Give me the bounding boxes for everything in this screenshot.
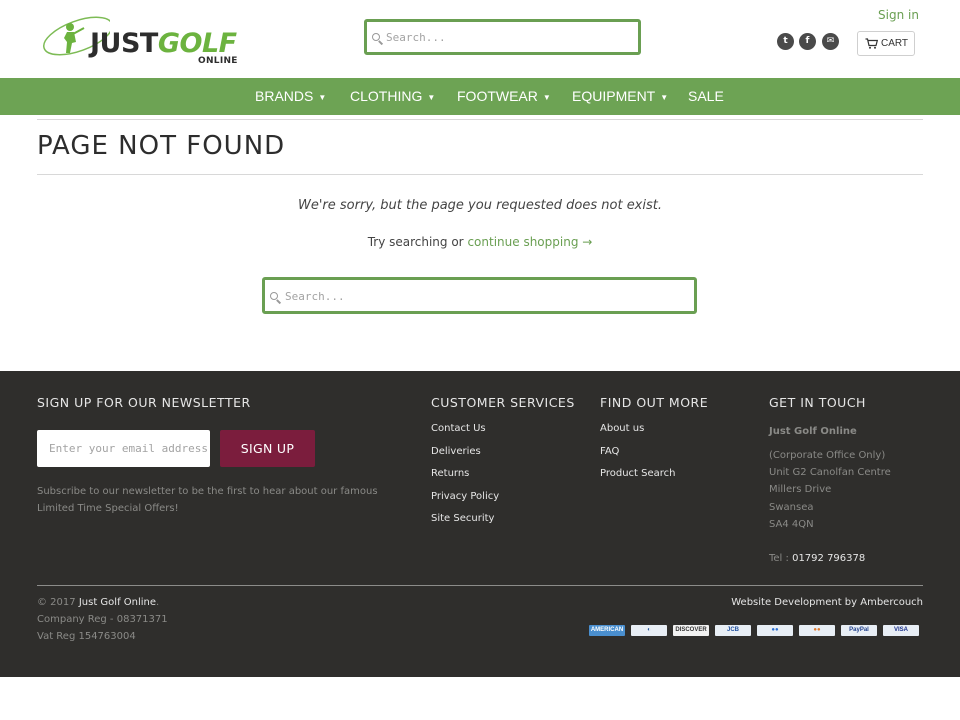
copyright: © 2017 Just Golf Online.	[37, 597, 159, 608]
company-reg: Company Reg - 08371371	[37, 614, 168, 625]
paypal-icon: PayPal	[841, 625, 877, 636]
footer-link-faq[interactable]: FAQ	[600, 446, 619, 457]
find-out-more-heading: FIND OUT MORE	[600, 395, 709, 410]
company-name: Just Golf Online	[769, 426, 857, 437]
jcb-icon: JCB	[715, 625, 751, 636]
nav-label: FOOTWEAR	[457, 88, 538, 104]
continue-shopping-link[interactable]: continue shopping →	[467, 235, 592, 249]
title-bottom-divider	[37, 174, 923, 175]
visa-icon: VISA	[883, 625, 919, 636]
title-top-divider	[37, 119, 923, 120]
search-icon	[372, 33, 384, 45]
vat-reg: Vat Reg 154763004	[37, 631, 136, 642]
page-title: PAGE NOT FOUND	[37, 131, 286, 161]
logo-just: JUST	[90, 28, 158, 59]
cart-button[interactable]: CART	[857, 31, 915, 56]
facebook-icon[interactable]: f	[799, 33, 816, 50]
american-express-icon: AMERICAN	[589, 625, 625, 636]
nav-item-clothing[interactable]: CLOTHING ▼	[350, 88, 435, 104]
sign-in-link[interactable]: Sign in	[878, 8, 919, 22]
cart-label: CART	[881, 38, 909, 49]
twitter-icon[interactable]: t	[777, 33, 794, 50]
credit-text[interactable]: Website Development by Ambercouch	[731, 597, 923, 608]
telephone: Tel : 01792 796378	[769, 553, 865, 564]
address-line: Swansea	[769, 502, 814, 513]
address-line: (Corporate Office Only)	[769, 450, 886, 461]
tel-number[interactable]: 01792 796378	[792, 553, 865, 564]
cart-icon	[865, 38, 878, 49]
dropdown-arrow-icon: ▼	[427, 93, 436, 102]
email-icon[interactable]: ✉	[822, 33, 839, 50]
try-searching-text: Try searching or	[367, 235, 464, 249]
footer-link-site-security[interactable]: Site Security	[431, 513, 494, 524]
search-suggestion: Try searching or continue shopping →	[0, 235, 960, 249]
main-search-box[interactable]	[262, 277, 697, 314]
nav-item-footwear[interactable]: FOOTWEAR ▼	[457, 88, 551, 104]
newsletter-heading: SIGN UP FOR OUR NEWSLETTER	[37, 395, 251, 410]
nav-label: SALE	[688, 88, 724, 104]
maestro-icon: ●●	[757, 625, 793, 636]
footer-link-product-search[interactable]: Product Search	[600, 468, 676, 479]
site-logo[interactable]: JUSTGOLF ONLINE	[40, 8, 250, 68]
header-search-box[interactable]	[364, 19, 641, 55]
header-search-input[interactable]	[386, 30, 626, 44]
nav-item-sale[interactable]: SALE	[688, 88, 724, 104]
page-bottom	[0, 677, 960, 720]
main-search-input[interactable]	[285, 289, 685, 303]
nav-item-equipment[interactable]: EQUIPMENT ▼	[572, 88, 668, 104]
dropdown-arrow-icon: ▼	[318, 93, 327, 102]
discover-icon: DISCOVER	[673, 625, 709, 636]
dropdown-arrow-icon: ▼	[542, 93, 551, 102]
get-in-touch-heading: GET IN TOUCH	[769, 395, 866, 410]
logo-wordmark: JUSTGOLF	[90, 30, 237, 57]
logo-golf: GOLF	[157, 28, 237, 59]
footer-divider	[37, 585, 923, 586]
site-header: JUSTGOLF ONLINE Sign in t f ✉ CART	[0, 0, 960, 78]
dropdown-arrow-icon: ▼	[660, 93, 669, 102]
footer-link-deliveries[interactable]: Deliveries	[431, 446, 481, 457]
main-nav: BRANDS ▼ CLOTHING ▼ FOOTWEAR ▼ EQUIPMENT ▼ S…	[0, 78, 960, 115]
footer-link-returns[interactable]: Returns	[431, 468, 469, 479]
copyright-prefix: © 2017	[37, 597, 76, 608]
site-footer: SIGN UP FOR OUR NEWSLETTER SIGN UP Subsc…	[0, 371, 960, 677]
address-line: SA4 4QN	[769, 519, 814, 530]
tel-label: Tel :	[769, 553, 789, 564]
nav-label: BRANDS	[255, 88, 314, 104]
copyright-link[interactable]: Just Golf Online	[79, 597, 156, 608]
mastercard-icon: ●●	[799, 625, 835, 636]
not-found-message: We're sorry, but the page you requested …	[298, 198, 662, 213]
address-line: Unit G2 Canolfan Centre	[769, 467, 891, 478]
nav-item-brands[interactable]: BRANDS ▼	[255, 88, 326, 104]
footer-link-contact-us[interactable]: Contact Us	[431, 423, 486, 434]
search-icon	[270, 292, 282, 304]
nav-label: CLOTHING	[350, 88, 423, 104]
address-line: Millers Drive	[769, 484, 832, 495]
sign-up-button[interactable]: SIGN UP	[220, 430, 315, 467]
diners-club-icon: ◐	[631, 625, 667, 636]
logo-online: ONLINE	[198, 56, 238, 66]
footer-link-privacy-policy[interactable]: Privacy Policy	[431, 491, 499, 502]
newsletter-email-input[interactable]	[37, 430, 210, 467]
footer-link-about-us[interactable]: About us	[600, 423, 644, 434]
customer-services-heading: CUSTOMER SERVICES	[431, 395, 575, 410]
nav-label: EQUIPMENT	[572, 88, 656, 104]
copyright-suffix: .	[156, 597, 160, 608]
newsletter-description: Subscribe to our newsletter to be the fi…	[37, 486, 378, 514]
